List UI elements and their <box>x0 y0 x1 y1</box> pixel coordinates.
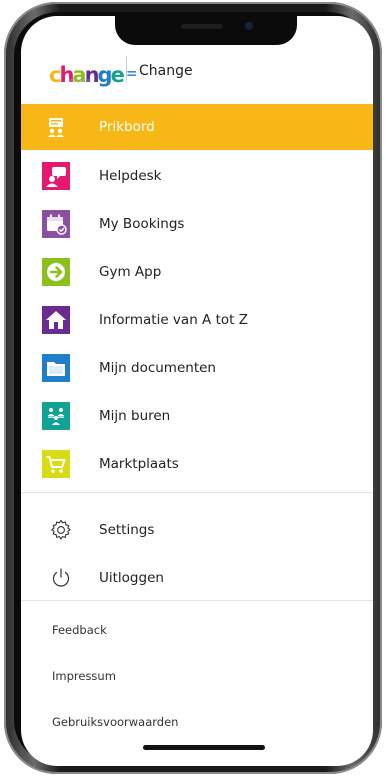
app-logo[interactable]: change = <box>49 58 138 86</box>
folder-icon <box>42 354 70 382</box>
shopping-cart-icon <box>42 450 70 478</box>
menu-item-prikbord[interactable]: Prikbord <box>21 104 373 150</box>
neighbors-icon <box>42 402 70 430</box>
menu-item-gym-app[interactable]: Gym App <box>21 248 373 296</box>
app-screen: change = style living Change Prikbord He… <box>21 16 373 766</box>
settings-item[interactable]: Settings <box>21 512 373 548</box>
speaker-grille <box>181 24 223 29</box>
home-icon <box>42 306 70 334</box>
menu-item-label: Helpdesk <box>99 168 162 184</box>
front-camera <box>245 22 253 30</box>
arrow-right-circle-icon <box>42 258 70 286</box>
menu-item-helpdesk[interactable]: Helpdesk <box>21 152 373 200</box>
power-icon <box>49 566 73 590</box>
menu-item-my-bookings[interactable]: My Bookings <box>21 200 373 248</box>
menu-item-mijn-documenten[interactable]: Mijn documenten <box>21 344 373 392</box>
menu-item-marktplaats[interactable]: Marktplaats <box>21 440 373 488</box>
gear-icon <box>49 518 73 542</box>
feedback-link[interactable]: Feedback <box>52 623 107 637</box>
menu-item-label: Informatie van A tot Z <box>99 312 248 328</box>
menu-divider <box>21 492 373 493</box>
header-divider <box>126 56 127 82</box>
home-indicator[interactable] <box>143 745 265 750</box>
footer-divider <box>21 600 373 601</box>
menu-item-informatie[interactable]: Informatie van A tot Z <box>21 296 373 344</box>
menu-item-mijn-buren[interactable]: Mijn buren <box>21 392 373 440</box>
settings-label: Settings <box>99 522 155 538</box>
impressum-link[interactable]: Impressum <box>52 669 116 683</box>
menu-item-label: Mijn buren <box>99 408 171 424</box>
menu-item-label: Marktplaats <box>99 456 179 472</box>
menu-item-label: My Bookings <box>99 216 185 232</box>
logout-item[interactable]: Uitloggen <box>21 560 373 596</box>
bulletin-board-icon <box>42 113 70 141</box>
menu-item-label: Prikbord <box>99 119 155 135</box>
menu-item-label: Mijn documenten <box>99 360 216 376</box>
page-title: Change <box>139 63 193 79</box>
calendar-check-icon <box>42 210 70 238</box>
helpdesk-chat-icon <box>42 162 70 190</box>
terms-link[interactable]: Gebruiksvoorwaarden <box>52 715 178 729</box>
logout-label: Uitloggen <box>99 570 164 586</box>
phone-notch <box>115 16 297 45</box>
logo-subtext: style living <box>69 78 91 83</box>
menu-item-label: Gym App <box>99 264 162 280</box>
